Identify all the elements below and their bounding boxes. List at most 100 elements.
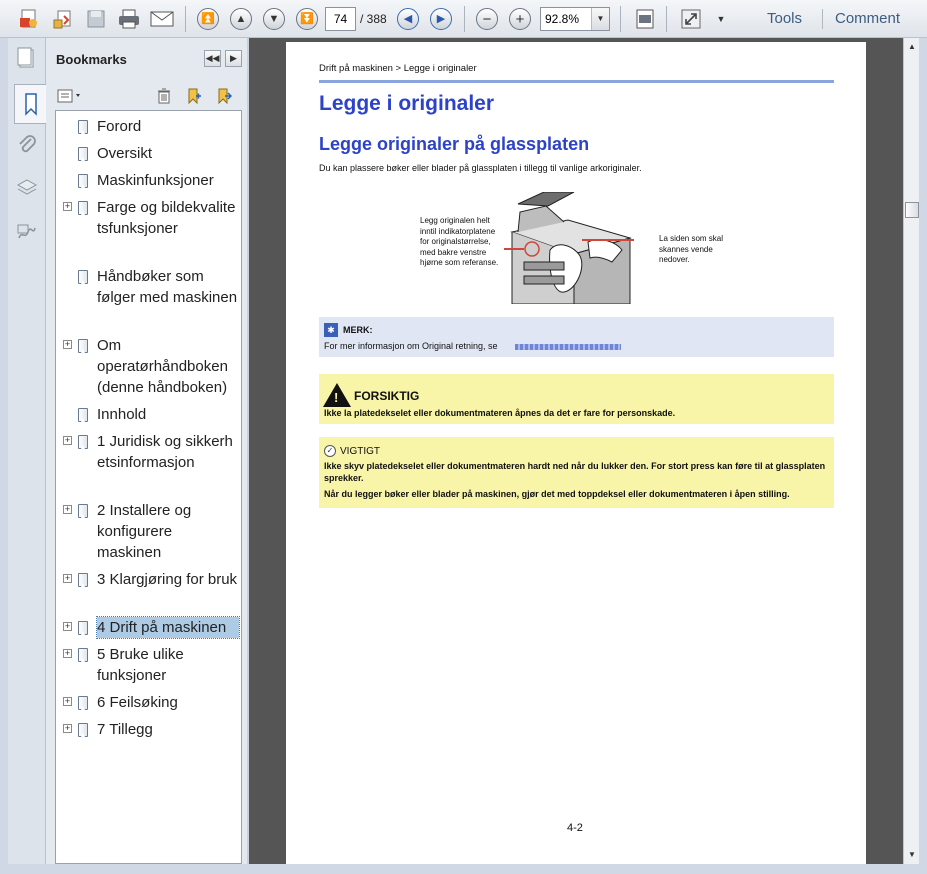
expand-bookmark-icon[interactable] xyxy=(214,86,234,106)
vertical-scrollbar[interactable]: ▲ ▼ xyxy=(903,38,919,864)
bookmarks-tree: Forord Oversikt Maskinfunksjoner + Farge… xyxy=(55,110,242,864)
exclamation-icon: ! xyxy=(334,390,339,405)
bookmarks-toolbar xyxy=(46,82,247,110)
print-icon[interactable] xyxy=(116,6,142,32)
previous-view-icon[interactable]: ◀ xyxy=(395,6,421,32)
important-title: VIGTIGT xyxy=(340,446,380,457)
panel-menu-icon[interactable]: ▶ xyxy=(225,50,242,67)
layers-icon[interactable] xyxy=(13,174,41,202)
fit-page-icon[interactable] xyxy=(632,6,658,32)
section-heading: Legge originaler på glassplaten xyxy=(319,134,590,154)
expand-toggle[interactable]: + xyxy=(63,697,72,706)
expand-toggle[interactable]: + xyxy=(63,202,72,211)
bookmark-icon xyxy=(78,648,88,662)
create-pdf-icon[interactable] xyxy=(16,6,42,32)
bookmark-icon xyxy=(78,573,88,587)
caution-title: FORSIKTIG xyxy=(354,389,420,403)
customize-toolbar-icon[interactable]: ▼ xyxy=(713,6,729,32)
zoom-in-icon[interactable]: + xyxy=(507,6,533,32)
heading-rule xyxy=(319,80,834,83)
expand-toggle[interactable]: + xyxy=(63,340,72,349)
zoom-value: 92.8% xyxy=(545,12,580,26)
expand-toggle[interactable]: + xyxy=(63,505,72,514)
page-total-label: / 388 xyxy=(360,12,387,26)
full-screen-icon[interactable] xyxy=(678,6,704,32)
bookmark-label: 7 Tillegg xyxy=(97,721,153,738)
collapse-panel-icon[interactable]: ◀◀ xyxy=(204,50,221,67)
previous-page-icon[interactable]: ▲ xyxy=(228,6,254,32)
bookmark-label: Farge og bildekvalitetsfunksjoner xyxy=(97,199,236,237)
note-box: ✱ MERK: For mer informasjon om Original … xyxy=(319,317,834,357)
bookmark-icon xyxy=(78,339,88,353)
email-icon[interactable] xyxy=(149,6,175,32)
last-page-icon[interactable]: ⏬ xyxy=(294,6,320,32)
signatures-icon[interactable] xyxy=(13,218,41,246)
bookmark-label: 2 Installere og konfigurere maskinen xyxy=(97,502,192,561)
note-text: For mer informasjon om Original retning,… xyxy=(324,341,498,351)
expand-toggle[interactable]: + xyxy=(63,724,72,733)
navigation-pane-strip xyxy=(8,38,47,864)
figure-callout-right: La siden som skal skannes vende nedover. xyxy=(659,234,724,264)
tools-button[interactable]: Tools xyxy=(767,10,802,27)
bookmark-icon xyxy=(78,435,88,449)
scroll-up-icon[interactable]: ▲ xyxy=(905,40,919,54)
zoom-select[interactable]: 92.8% ▼ xyxy=(540,7,610,31)
expand-toggle[interactable]: + xyxy=(63,574,72,583)
bookmark-label: 4 Drift på maskinen xyxy=(96,616,240,639)
main-toolbar: ⏫ ▲ ▼ ⏬ 74 / 388 ◀ ▶ − + 92.8% ▼ ▼ Tools… xyxy=(0,0,927,38)
bookmarks-header: Bookmarks ◀◀ ▶ xyxy=(46,38,247,82)
page-number-input[interactable]: 74 xyxy=(325,7,356,31)
note-icon: ✱ xyxy=(324,323,338,337)
new-bookmark-icon[interactable] xyxy=(184,86,204,106)
bookmark-options-icon[interactable] xyxy=(56,86,84,106)
chevron-down-icon[interactable]: ▼ xyxy=(591,8,609,30)
next-view-icon[interactable]: ▶ xyxy=(428,6,454,32)
save-icon[interactable] xyxy=(83,6,109,32)
bookmark-label: 6 Feilsøking xyxy=(97,694,178,711)
bookmark-icon xyxy=(78,201,88,215)
delete-bookmark-icon[interactable] xyxy=(154,86,174,106)
bookmark-icon xyxy=(78,723,88,737)
bookmark-label: Om operatørhåndboken (denne håndboken) xyxy=(97,337,228,396)
bookmark-label: 5 Bruke ulike funksjoner xyxy=(97,646,184,684)
intro-text: Du kan plassere bøker eller blader på gl… xyxy=(319,163,642,173)
caution-box: ! FORSIKTIG Ikke la platedekselet eller … xyxy=(319,374,834,424)
bookmark-icon xyxy=(78,147,88,161)
bookmark-icon xyxy=(78,120,88,134)
bookmark-label: Maskinfunksjoner xyxy=(97,172,214,189)
bookmark-label: Innhold xyxy=(97,406,147,423)
bookmark-icon xyxy=(78,408,88,422)
bookmarks-icon[interactable] xyxy=(14,84,47,124)
first-page-icon[interactable]: ⏫ xyxy=(195,6,221,32)
checkmark-icon: ✓ xyxy=(324,445,336,457)
pdf-page: Drift på maskinen > Legge i originaler L… xyxy=(286,42,866,864)
expand-toggle[interactable]: + xyxy=(63,436,72,445)
next-page-icon[interactable]: ▼ xyxy=(261,6,287,32)
zoom-out-icon[interactable]: − xyxy=(474,6,500,32)
scrollbar-thumb[interactable] xyxy=(905,202,919,218)
breadcrumb: Drift på maskinen > Legge i originaler xyxy=(319,63,477,74)
bookmark-label: Oversikt xyxy=(97,145,153,162)
page-thumbnails-icon[interactable] xyxy=(13,44,41,72)
bookmark-icon xyxy=(78,621,88,635)
figure-callout-left: Legg originalen helt inntil indikatorpla… xyxy=(420,216,499,267)
expand-toggle[interactable]: + xyxy=(63,622,72,631)
window-bottom-border xyxy=(0,864,927,874)
open-file-icon[interactable] xyxy=(50,6,76,32)
important-box: ✓ VIGTIGT Ikke skyv platedekselet eller … xyxy=(319,437,834,508)
bookmark-icon xyxy=(78,504,88,518)
comment-button[interactable]: Comment xyxy=(835,10,900,27)
caution-text: Ikke la platedekselet eller dokumentmate… xyxy=(324,408,676,418)
bookmark-label: Håndbøker som følger med maskinen xyxy=(97,268,238,306)
attachments-icon[interactable] xyxy=(13,130,41,158)
important-text-1: Ikke skyv platedekselet eller dokumentma… xyxy=(324,461,826,483)
scanner-illustration xyxy=(504,191,634,305)
expand-toggle[interactable]: + xyxy=(63,649,72,658)
bookmarks-panel: Bookmarks ◀◀ ▶ Forord Oversikt Maskinfun… xyxy=(46,38,247,864)
bookmark-icon xyxy=(78,696,88,710)
bookmark-icon xyxy=(78,174,88,188)
page-title: Legge i originaler xyxy=(319,92,495,115)
blurred-link[interactable] xyxy=(515,344,621,350)
important-text-2: Når du legger bøker eller blader på mask… xyxy=(324,489,790,499)
scroll-down-icon[interactable]: ▼ xyxy=(905,848,919,862)
